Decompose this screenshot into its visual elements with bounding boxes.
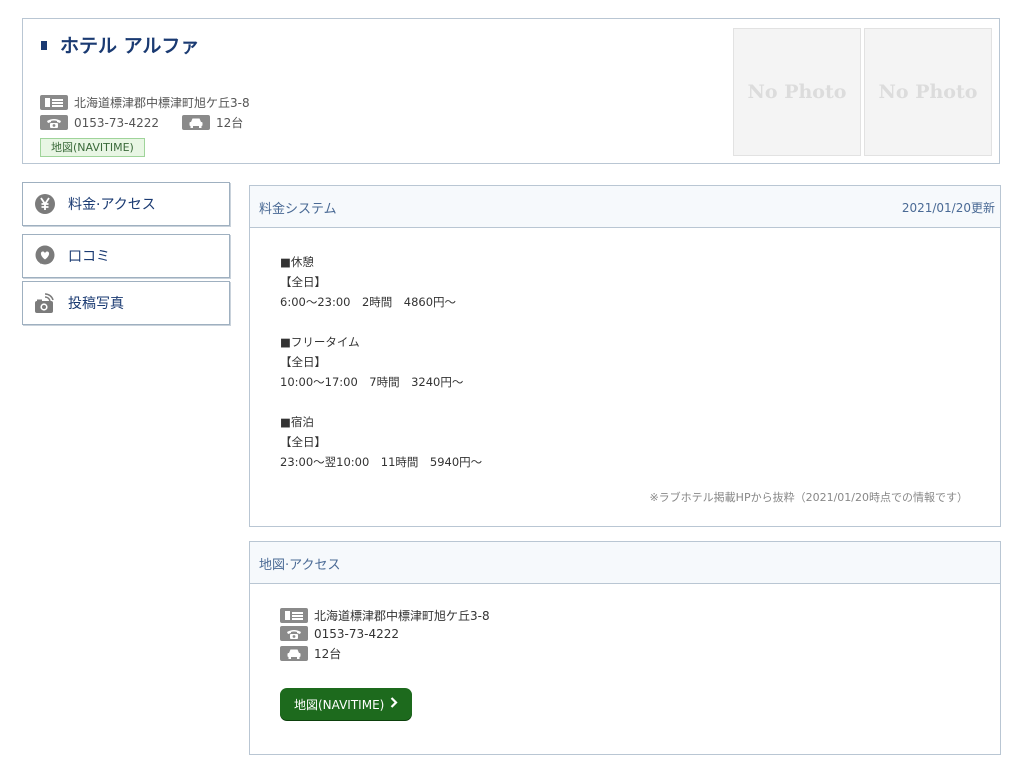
price-line: 6:00〜23:00 2時間 4860円〜 xyxy=(280,295,457,309)
yen-icon xyxy=(34,193,56,215)
address-icon xyxy=(40,95,68,110)
price-line: ■宿泊 xyxy=(280,415,314,429)
price-line: 23:00〜翌10:00 11時間 5940円〜 xyxy=(280,455,483,469)
price-line: 【全日】 xyxy=(280,275,326,289)
nav-item-photos[interactable]: 投稿写真 xyxy=(22,281,230,325)
price-line: 【全日】 xyxy=(280,435,326,449)
access-address-line: 北海道標津郡中標津町旭ケ丘3-8 xyxy=(280,607,490,624)
price-line: 【全日】 xyxy=(280,355,326,369)
pricing-lines: ■休憩 【全日】 6:00〜23:00 2時間 4860円〜 ■フリータイム 【… xyxy=(280,252,482,472)
title-marker-icon xyxy=(41,41,47,50)
price-line: ■フリータイム xyxy=(280,335,360,349)
chevron-right-icon xyxy=(390,696,398,712)
hotel-name-text: ホテル アルファ xyxy=(60,35,200,57)
nav-label-reviews: 口コミ xyxy=(68,249,110,265)
address-icon xyxy=(280,608,308,623)
access-parking-line: 12台 xyxy=(280,645,341,662)
nav-label-photos: 投稿写真 xyxy=(68,296,124,312)
access-phone-line: 0153-73-4222 xyxy=(280,626,399,641)
price-line: ■休憩 xyxy=(280,255,314,269)
heart-bubble-icon xyxy=(34,245,56,267)
header-address-line: 北海道標津郡中標津町旭ケ丘3-8 xyxy=(40,94,250,111)
access-parking: 12台 xyxy=(314,647,342,661)
pricing-source-note: ※ラブホテル掲載HPから抜粋（2021/01/20時点での情報です） xyxy=(649,491,968,504)
parking-car-icon xyxy=(182,115,211,130)
pricing-updated-date: 2021/01/20更新 xyxy=(901,201,995,215)
access-panel-header: 地図·アクセス xyxy=(250,542,1000,584)
pricing-panel-header: 料金システム 2021/01/20更新 xyxy=(250,186,1000,228)
phone-icon xyxy=(280,626,308,641)
price-line xyxy=(280,312,482,332)
access-phone: 0153-73-4222 xyxy=(314,626,400,641)
access-title: 地図·アクセス xyxy=(259,558,341,573)
nav-item-reviews[interactable]: 口コミ xyxy=(22,234,230,278)
pricing-title: 料金システム xyxy=(259,202,337,217)
nav-label-pricing-access: 料金·アクセス xyxy=(68,197,156,213)
hotel-photo-1[interactable]: No Photo xyxy=(733,28,861,156)
nav-item-pricing-access[interactable]: 料金·アクセス xyxy=(22,182,230,226)
pricing-panel: 料金システム 2021/01/20更新 ■休憩 【全日】 6:00〜23:00 … xyxy=(249,185,1001,527)
header-phone: 0153-73-4222 xyxy=(74,115,160,130)
access-panel: 地図·アクセス 北海道標津郡中標津町旭ケ丘3-8 0153-73-4222 12… xyxy=(249,541,1001,755)
navitime-map-button[interactable]: 地図(NAVITIME) xyxy=(280,688,413,720)
access-address: 北海道標津郡中標津町旭ケ丘3-8 xyxy=(314,609,490,623)
phone-icon xyxy=(40,115,68,130)
header-phone-line: 0153-73-4222 12台 xyxy=(40,114,243,131)
hotel-photo-2[interactable]: No Photo xyxy=(864,28,992,156)
navitime-button-label: 地図(NAVITIME) xyxy=(294,697,385,712)
header-map-link[interactable]: 地図(NAVITIME) xyxy=(40,138,145,157)
camera-icon xyxy=(34,292,56,314)
price-line: 10:00〜17:00 7時間 3240円〜 xyxy=(280,375,464,389)
hotel-header: ホテル アルファ 北海道標津郡中標津町旭ケ丘3-8 0153-73-4222 1… xyxy=(22,18,1000,164)
header-address: 北海道標津郡中標津町旭ケ丘3-8 xyxy=(74,96,250,110)
hotel-name: ホテル アルファ xyxy=(41,31,199,58)
header-parking: 12台 xyxy=(216,116,244,130)
parking-car-icon xyxy=(280,646,308,661)
price-line xyxy=(280,392,482,412)
